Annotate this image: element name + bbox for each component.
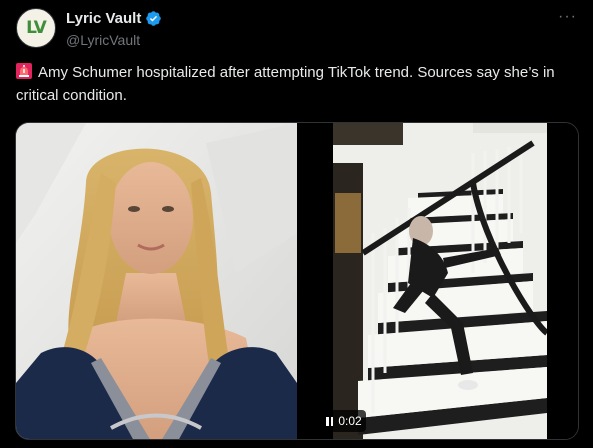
verified-badge-icon (146, 11, 162, 26)
avatar-text: LV (26, 18, 47, 38)
pause-icon[interactable] (326, 416, 334, 426)
more-options-icon[interactable]: ··· (558, 8, 577, 26)
tweet-header: LV Lyric Vault @LyricVault ··· (16, 8, 581, 48)
video-controls[interactable]: 0:02 (322, 410, 366, 432)
media-divider (297, 123, 333, 439)
siren-icon (16, 63, 32, 79)
left-photo[interactable] (16, 123, 297, 439)
media-right-margin (547, 123, 578, 439)
display-name[interactable]: Lyric Vault (66, 10, 162, 27)
display-name-text: Lyric Vault (66, 10, 142, 27)
avatar[interactable]: LV (16, 8, 56, 48)
tweet-text: Amy Schumer hospitalized after attemptin… (16, 61, 576, 107)
right-video[interactable] (333, 123, 549, 439)
handle[interactable]: @LyricVault (66, 32, 162, 48)
tweet-body: Amy Schumer hospitalized after attemptin… (16, 64, 555, 104)
video-time: 0:02 (338, 414, 362, 428)
author-block[interactable]: Lyric Vault @LyricVault (66, 10, 162, 48)
media-container[interactable]: 0:02 (15, 122, 579, 440)
